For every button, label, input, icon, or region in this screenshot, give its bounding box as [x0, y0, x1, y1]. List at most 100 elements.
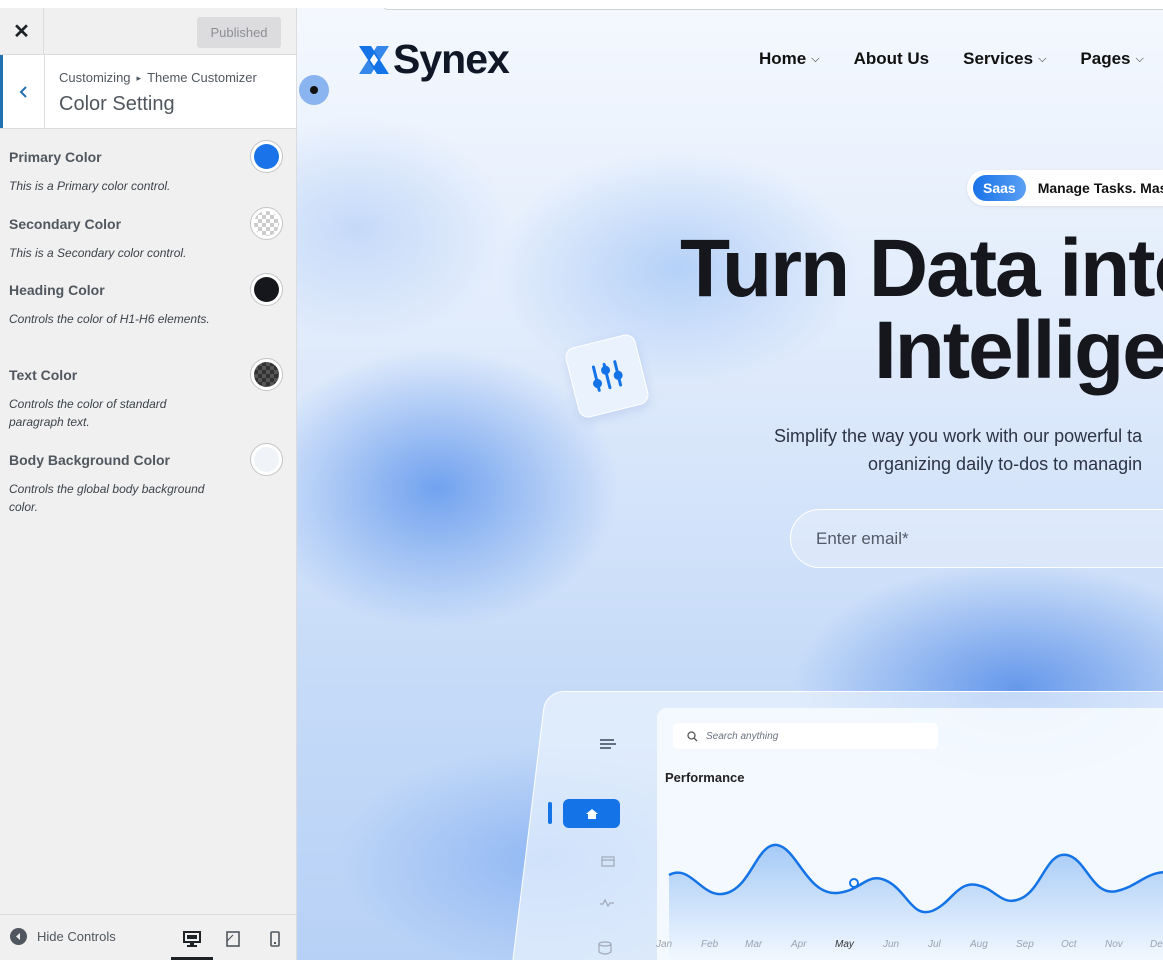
chevron-down-icon: ⌵ [1135, 52, 1144, 65]
edit-shortcut-dot [310, 86, 318, 94]
tablet-icon [226, 931, 240, 947]
hero-title-line2: Intellige [874, 305, 1163, 396]
hero-title: Turn Data into Intellige [677, 228, 1163, 392]
dashboard-search[interactable]: Search anything [673, 723, 938, 749]
control-label: Text Color [9, 367, 78, 383]
month-label: De [1150, 939, 1163, 950]
color-preview [254, 447, 279, 472]
close-icon: ✕ [13, 21, 30, 43]
nav-item-pages[interactable]: Pages ⌵ [1080, 49, 1143, 69]
month-label: Apr [791, 939, 807, 950]
activity-icon [600, 898, 614, 908]
breadcrumb: Customizing ▸ Theme Customizer [59, 70, 257, 85]
breadcrumb-current: Theme Customizer [147, 70, 257, 85]
chevron-down-icon: ⌵ [811, 52, 820, 65]
control-description: This is a Secondary color control. [9, 246, 187, 260]
nav-label: Pages [1080, 49, 1131, 68]
color-preview [254, 144, 279, 169]
month-label: Sep [1016, 939, 1034, 950]
control-description: This is a Primary color control. [9, 179, 171, 193]
nav-item-services[interactable]: Services ⌵ [963, 49, 1046, 69]
search-icon [687, 730, 698, 741]
nav-label: About Us [853, 49, 930, 68]
device-mobile-button[interactable] [265, 929, 285, 949]
menu-icon [600, 739, 616, 749]
control-description: Controls the color of standard paragraph… [9, 397, 167, 429]
close-customizer-button[interactable]: ✕ [0, 8, 44, 55]
body-background-color-swatch[interactable] [250, 443, 283, 476]
section-header: Customizing ▸ Theme Customizer Color Setti… [0, 55, 296, 129]
dashboard-sidebar [567, 708, 657, 960]
active-device-indicator [171, 957, 213, 960]
database-icon [598, 941, 612, 955]
hero-subtitle-line2: organizing daily to-dos to managin [868, 454, 1143, 474]
nav-label: Home [759, 49, 807, 68]
device-desktop-button[interactable] [182, 929, 202, 949]
secondary-color-control: Secondary Color This is a Secondary colo… [9, 207, 289, 262]
email-field-wrapper [790, 509, 1163, 568]
control-label: Body Background Color [9, 452, 171, 468]
breadcrumb-separator-icon: ▸ [136, 73, 142, 83]
mobile-icon [270, 931, 280, 947]
back-button[interactable] [0, 55, 45, 128]
primary-color-swatch[interactable] [250, 140, 283, 173]
main-nav: Home ⌵ About Us Services ⌵ Pages ⌵ [759, 49, 1163, 69]
month-label: Jul [928, 939, 941, 950]
active-tab-indicator [548, 802, 552, 824]
sliders-icon [563, 332, 651, 420]
site-logo[interactable]: Synex [357, 36, 510, 83]
customizer-footer: Hide Controls [0, 914, 296, 960]
badge-pill: Saas [973, 175, 1026, 201]
preview-top-edge [382, 8, 1163, 10]
desktop-icon [183, 931, 201, 947]
logo-text: Synex [393, 36, 510, 82]
color-preview [254, 362, 279, 387]
month-label: Mar [745, 939, 763, 950]
month-label: Jun [883, 939, 900, 950]
color-preview [254, 211, 279, 236]
color-preview [254, 277, 279, 302]
body-background-color-control: Body Background Color Controls the globa… [9, 443, 289, 516]
window-icon [601, 856, 615, 867]
month-label: Nov [1105, 939, 1123, 950]
email-field[interactable] [816, 529, 1116, 549]
nav-item-about-us[interactable]: About Us [854, 49, 930, 69]
control-description: Controls the global body background colo… [9, 482, 205, 514]
nav-label: Services [963, 49, 1034, 68]
heading-color-control: Heading Color Controls the color of H1-H… [9, 273, 289, 328]
performance-chart [668, 843, 1163, 960]
month-label: Aug [970, 939, 988, 950]
control-label: Primary Color [9, 149, 102, 165]
search-placeholder: Search anything [706, 730, 779, 742]
collapse-arrow-icon [10, 928, 27, 945]
hero-subtitle: Simplify the way you work with our power… [774, 422, 1142, 478]
device-tablet-button[interactable] [223, 929, 243, 949]
control-description: Controls the color of H1-H6 elements. [9, 312, 210, 326]
section-title: Color Setting [59, 93, 175, 115]
text-color-swatch[interactable] [250, 358, 283, 391]
heading-color-swatch[interactable] [250, 273, 283, 306]
control-label: Heading Color [9, 282, 105, 298]
site-preview: Synex Home ⌵ About Us Services ⌵ Pages ⌵ Sa… [297, 8, 1163, 960]
month-label: Feb [701, 939, 719, 950]
publish-button[interactable]: Published [197, 17, 281, 48]
primary-color-control: Primary Color This is a Primary color co… [9, 140, 289, 195]
hide-controls-button[interactable]: Hide Controls [10, 928, 116, 945]
month-label: Jan [656, 939, 673, 950]
home-icon[interactable] [563, 799, 620, 828]
hide-controls-label: Hide Controls [37, 929, 116, 944]
badge-text: Manage Tasks. Mas [1037, 180, 1163, 196]
customizer-sidebar: ✕ Published Customizing ▸ Theme Customizer… [0, 8, 297, 960]
text-color-control: Text Color Controls the color of standar… [9, 358, 289, 431]
hero-title-line1: Turn Data into [680, 223, 1163, 314]
synex-logo-icon [359, 45, 389, 74]
control-label: Secondary Color [9, 216, 122, 232]
customizer-header: ✕ Published [0, 8, 296, 55]
month-label-active: May [835, 939, 854, 950]
nav-item-home[interactable]: Home ⌵ [759, 49, 820, 69]
edit-shortcut-icon[interactable] [299, 75, 329, 105]
secondary-color-swatch[interactable] [250, 207, 283, 240]
month-label: Oct [1061, 939, 1077, 950]
performance-label: Performance [665, 770, 745, 785]
hero-subtitle-line1: Simplify the way you work with our power… [774, 426, 1143, 446]
